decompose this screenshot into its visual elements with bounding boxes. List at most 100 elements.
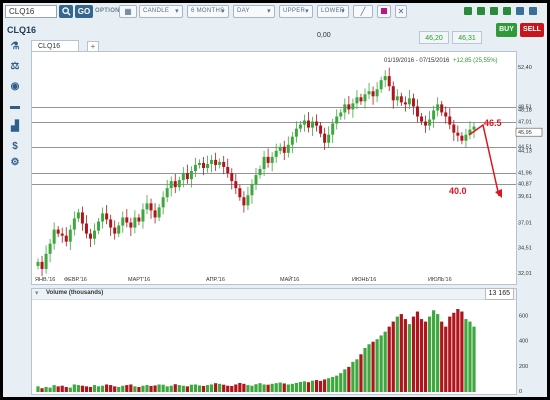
volume-bar (84, 386, 89, 392)
volume-bar (181, 385, 185, 392)
briefcase-icon[interactable]: ▬ (9, 101, 21, 113)
candle-body (153, 210, 157, 218)
volume-bar (109, 385, 113, 392)
change-text: +12,85 (25,55%) (453, 58, 498, 64)
candle-body (141, 209, 145, 222)
volume-bar (383, 331, 387, 392)
bar-chart-icon[interactable]: ▟ (9, 121, 21, 133)
draw-line-button[interactable]: ╱ (353, 5, 373, 18)
collapse-icon[interactable]: ▾ (35, 289, 39, 297)
candle-body (101, 213, 105, 222)
option-button[interactable]: OPTION (95, 6, 120, 19)
volume-tick-label: 600 (519, 314, 528, 320)
buy-button[interactable]: BUY (496, 23, 517, 37)
color-button[interactable] (377, 5, 391, 18)
chart-style-select[interactable]: CANDLE (139, 5, 183, 18)
candle-body (452, 124, 456, 133)
candle-body (88, 233, 92, 239)
go-button[interactable]: GO (75, 5, 93, 18)
candle-body (424, 121, 428, 126)
volume-bar (36, 386, 40, 392)
candle-body (226, 166, 230, 174)
volume-bar (193, 384, 198, 392)
volume-bar (226, 385, 230, 392)
volume-bar (137, 386, 141, 392)
volume-bar (125, 385, 129, 392)
volume-header: ▾ Volume (thousands) 13 165 (32, 288, 516, 300)
volume-bar (314, 380, 319, 392)
candle-body (298, 124, 302, 129)
candle-body (448, 116, 452, 125)
volume-bar (327, 378, 331, 392)
volume-bar (56, 386, 60, 392)
gear-icon[interactable]: ⚙ (9, 157, 21, 169)
volume-bar (403, 319, 407, 392)
candle-body (242, 197, 246, 206)
check-icon-3[interactable] (490, 7, 498, 15)
volume-bar (347, 366, 351, 392)
price-chart[interactable]: 01/19/2016 - 07/15/2016 +12,85 (25,55%) … (32, 52, 516, 284)
volume-bar (242, 383, 246, 392)
price-chart-panel[interactable]: 01/19/2016 - 07/15/2016 +12,85 (25,55%) … (31, 51, 517, 285)
volume-tick-label: 200 (519, 364, 528, 370)
volume-bar (238, 382, 242, 392)
x-tick-label: ИЮНЬ'16 (352, 277, 376, 283)
lower-select[interactable]: LOWER (317, 5, 349, 18)
volume-bar (214, 383, 218, 392)
check-icon-2[interactable] (477, 7, 485, 15)
volume-chart (36, 309, 476, 392)
volume-bar (448, 316, 452, 392)
line-icon: ╱ (360, 7, 366, 16)
candle-body (371, 91, 375, 97)
dollar-icon[interactable]: $ (9, 141, 21, 153)
candle-body (395, 96, 399, 101)
clear-button[interactable]: ✕ (395, 5, 407, 18)
eye-icon[interactable]: ◉ (9, 81, 21, 93)
window-icon[interactable] (529, 7, 537, 15)
candle-body (428, 119, 432, 126)
volume-bar (153, 385, 157, 392)
x-tick-label: ФЕВР.'16 (64, 277, 87, 283)
candle-body (456, 132, 460, 136)
volume-bar (468, 321, 472, 392)
upper-select[interactable]: UPPER (279, 5, 313, 18)
volume-bar (318, 380, 323, 392)
candle-body (472, 126, 476, 130)
check-icon-4[interactable] (503, 7, 511, 15)
candle-body (210, 159, 214, 164)
candle-body (197, 162, 201, 165)
volume-bar (72, 384, 76, 392)
range-select[interactable]: 6 MONTHS (187, 5, 229, 18)
volume-bar (419, 319, 424, 392)
last-price: 0,00 (317, 32, 331, 39)
page-title: CLQ16 (7, 25, 37, 35)
table-icon-button[interactable]: ▦ (119, 5, 137, 18)
date-range-text: 01/19/2016 - 07/15/2016 (384, 58, 450, 64)
scale-icon[interactable]: ⚖ (9, 61, 21, 73)
volume-bar (254, 384, 258, 392)
microscope-icon[interactable]: ⚗ (9, 41, 21, 53)
volume-bar (343, 369, 347, 392)
volume-bar (209, 384, 214, 392)
volume-bar (105, 384, 109, 392)
interval-select[interactable]: DAY (233, 5, 275, 18)
volume-panel[interactable]: ▾ Volume (thousands) 13 165 (31, 288, 517, 395)
candle-body (52, 229, 56, 244)
settings-small-icon[interactable] (516, 7, 524, 15)
x-tick-label: ИЮЛЬ'16 (428, 277, 452, 283)
x-tick-label: ЯНВ.'16 (35, 277, 55, 283)
candle-body (327, 134, 331, 143)
search-button[interactable] (59, 5, 73, 18)
candle-body (375, 89, 379, 97)
candle-body (68, 229, 72, 242)
volume-bar (351, 361, 355, 392)
volume-bar (436, 314, 440, 392)
volume-bar (302, 381, 307, 392)
symbol-input[interactable]: CLQ16 (5, 5, 57, 18)
sell-button[interactable]: SELL (520, 23, 544, 37)
volume-bar (250, 385, 254, 392)
check-icon-1[interactable] (464, 7, 472, 15)
candle-body (218, 161, 222, 165)
candle-body (60, 233, 64, 236)
volume-bar (157, 384, 161, 392)
